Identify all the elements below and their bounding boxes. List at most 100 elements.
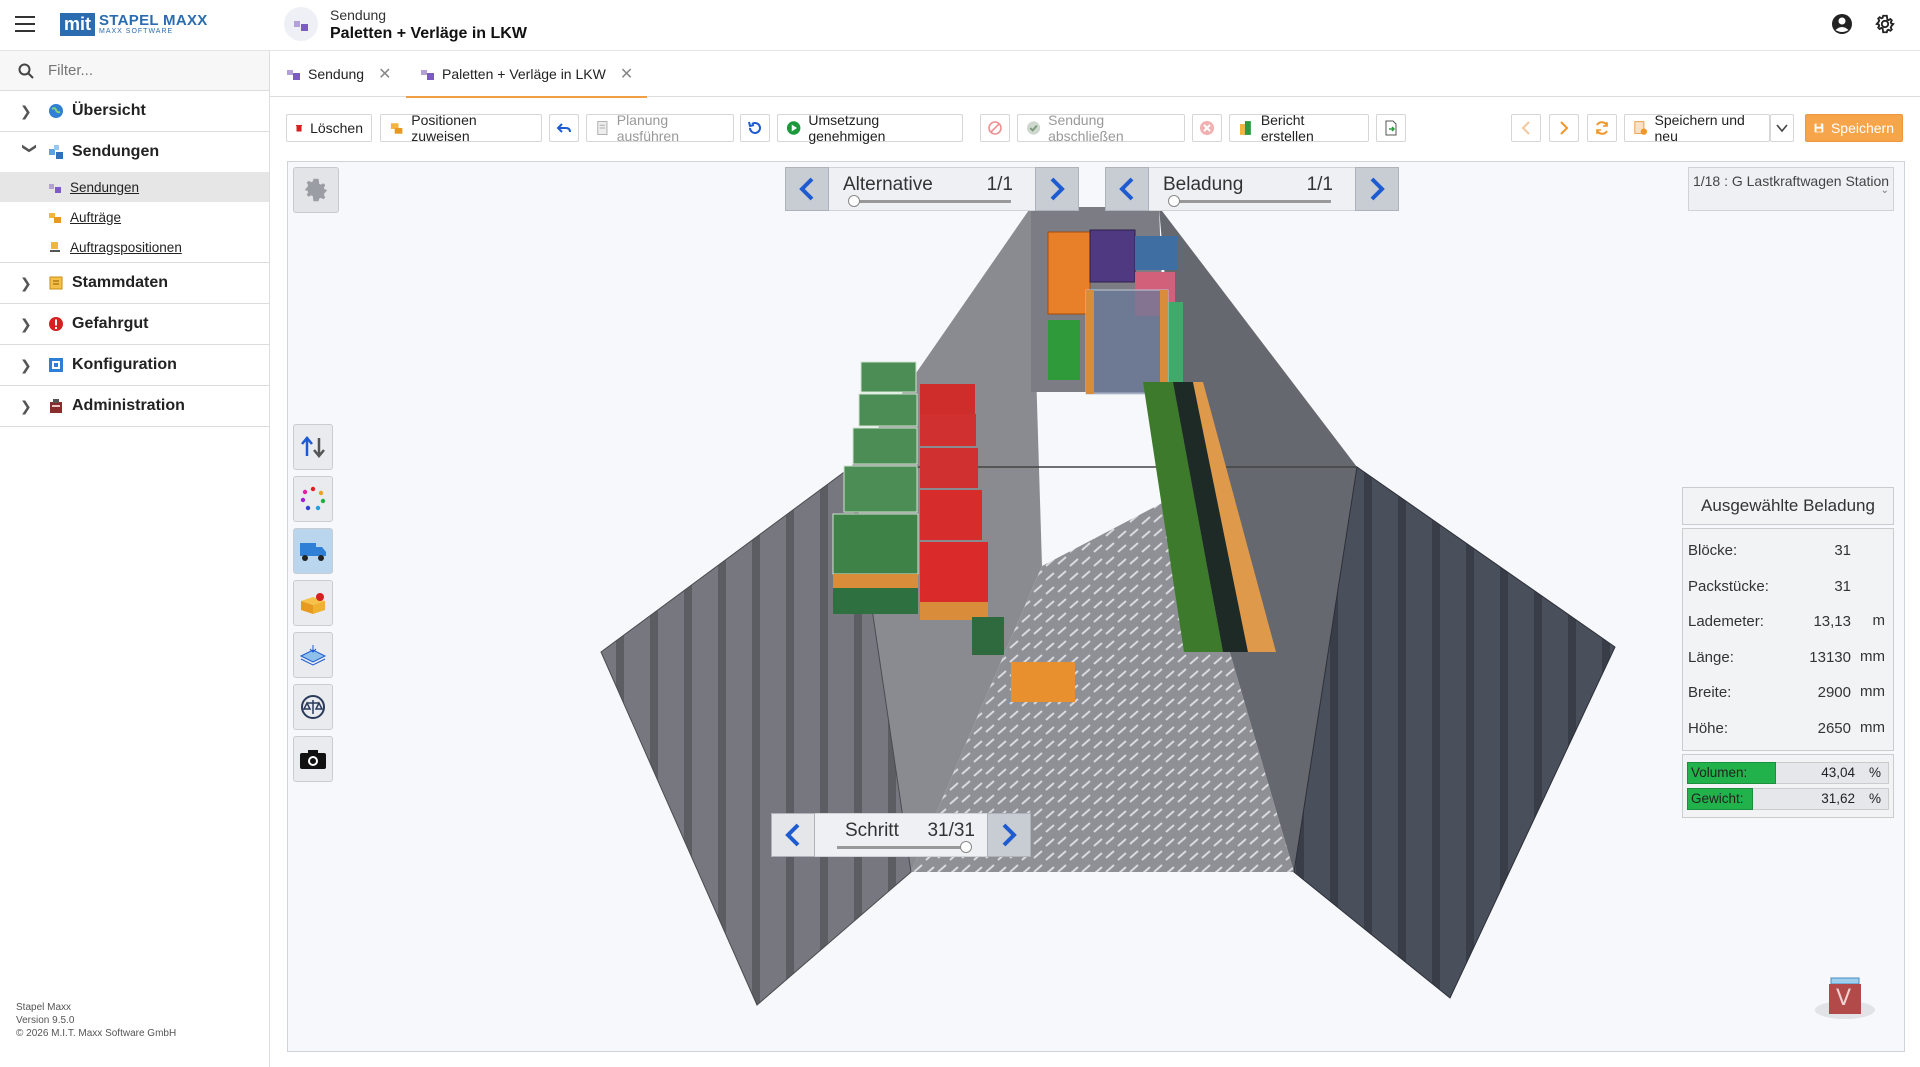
reset-button[interactable]	[740, 114, 770, 142]
close-shipment-button[interactable]: Sendung abschließen	[1017, 112, 1185, 144]
chevron-down-icon: ❯	[22, 142, 39, 154]
screenshot-tool[interactable]	[293, 736, 333, 782]
bar-value: 43,04	[1821, 765, 1855, 780]
shipments-icon	[421, 69, 434, 80]
export-button[interactable]	[1376, 114, 1406, 142]
package-view-tool[interactable]	[293, 580, 333, 626]
viewer-settings-button[interactable]	[293, 167, 339, 213]
loading-stats-table: Blöcke: 31 Packstücke: 31 Lademeter: 13,…	[1682, 528, 1894, 751]
sidebar-item-stammdaten[interactable]: ❯ Stammdaten	[0, 263, 269, 304]
loading-prev-button[interactable]	[1105, 167, 1149, 211]
footer-copyright: © 2026 M.I.T. Maxx Software GmbH	[16, 1028, 177, 1039]
vehicle-select[interactable]: 1/18 : G Lastkraftwagen Station ⌄	[1688, 167, 1894, 211]
button-label: Speichern	[1830, 120, 1894, 136]
chevron-down-icon: ⌄	[1880, 185, 1889, 196]
sort-direction-tool[interactable]	[293, 424, 333, 470]
color-mode-tool[interactable]	[293, 476, 333, 522]
run-planning-button[interactable]: Planung ausführen	[586, 112, 734, 144]
next-button[interactable]	[1549, 114, 1579, 142]
previous-button[interactable]	[1511, 114, 1541, 142]
sidebar-item-administration[interactable]: ❯ Administration	[0, 386, 269, 427]
save-button[interactable]: Speichern	[1805, 114, 1903, 142]
alternative-next-button[interactable]	[1035, 167, 1079, 211]
sidebar-item-konfiguration[interactable]: ❯ Konfiguration	[0, 345, 269, 386]
undo-button[interactable]	[549, 114, 579, 142]
save-options-dropdown[interactable]	[1770, 114, 1794, 142]
sidebar-subitem-sendungen[interactable]: Sendungen	[0, 172, 269, 202]
delete-button[interactable]: Löschen	[286, 114, 372, 142]
alternative-stepper: Alternative 1/1	[785, 167, 1079, 211]
step-display: Schritt 31/31	[815, 813, 987, 857]
box-icon	[301, 593, 325, 614]
loading-display: Beladung 1/1	[1149, 167, 1355, 211]
assign-positions-button[interactable]: Positionen zuweisen	[380, 112, 542, 144]
chevron-left-icon	[785, 823, 800, 847]
user-icon[interactable]	[1831, 13, 1853, 35]
sidebar-item-gefahrgut[interactable]: ❯ Gefahrgut	[0, 304, 269, 345]
sidebar-item-label: Übersicht	[72, 102, 146, 119]
chevron-right-icon: ❯	[20, 315, 32, 332]
truck-3d-view[interactable]	[288, 162, 1904, 1051]
balance-scale-icon	[301, 695, 325, 719]
loading-slider-knob[interactable]	[1168, 195, 1180, 207]
alternative-prev-button[interactable]	[785, 167, 829, 211]
step-stepper: Schritt 31/31	[771, 813, 1031, 857]
logo-name: STAPEL MAXX	[99, 12, 208, 29]
refresh-button[interactable]	[1587, 114, 1617, 142]
close-icon[interactable]: ✕	[378, 64, 391, 84]
shipments-icon	[49, 145, 63, 159]
step-prev-button[interactable]	[771, 813, 815, 857]
orientation-cube[interactable]: V	[1813, 972, 1877, 1022]
reset-icon	[748, 121, 761, 134]
stat-row-width: Breite: 2900 mm	[1683, 675, 1893, 711]
sidebar-item-uebersicht[interactable]: ❯ Übersicht	[0, 91, 269, 132]
chevron-right-icon	[1560, 121, 1569, 135]
footer-version: Version 9.5.0	[16, 1015, 75, 1026]
layer-view-tool[interactable]	[293, 632, 333, 678]
export-document-icon	[1385, 120, 1397, 136]
close-icon[interactable]: ✕	[620, 64, 633, 84]
stat-value: 13130	[1809, 648, 1851, 666]
cancel-button[interactable]	[980, 114, 1010, 142]
step-slider-knob[interactable]	[960, 841, 972, 853]
logo-mark: mit	[60, 12, 95, 36]
bar-unit: %	[1868, 765, 1881, 780]
button-label: Positionen zuweisen	[411, 112, 477, 144]
volume-bar: Volumen: 43,04 %	[1687, 762, 1889, 784]
new-document-icon	[1634, 121, 1648, 135]
stat-row-loading-meters: Lademeter: 13,13 m	[1683, 604, 1893, 640]
orders-icon	[390, 123, 403, 134]
menu-icon[interactable]	[15, 16, 35, 32]
stat-unit: mm	[1860, 718, 1885, 736]
report-icon	[1239, 121, 1251, 135]
selected-loading-header[interactable]: Ausgewählte Beladung	[1682, 487, 1894, 525]
save-and-new-button[interactable]: Speichern und neu	[1624, 112, 1770, 144]
filter-input[interactable]	[46, 61, 250, 80]
loading-next-button[interactable]	[1355, 167, 1399, 211]
weight-balance-tool[interactable]	[293, 684, 333, 730]
alternative-label: Alternative	[843, 174, 933, 195]
stat-row-length: Länge: 13130 mm	[1683, 640, 1893, 676]
sidebar-subitem-auftragspositionen[interactable]: Auftragspositionen	[0, 232, 269, 263]
bar-label: Volumen:	[1691, 765, 1748, 780]
button-label: Löschen	[310, 120, 363, 136]
shipments-icon	[287, 69, 300, 80]
alternative-value: 1/1	[986, 174, 1013, 195]
approve-button[interactable]: Umsetzung genehmigen	[777, 112, 963, 144]
alternative-slider-knob[interactable]	[848, 195, 860, 207]
tab-sendung[interactable]: Sendung ✕	[286, 51, 391, 96]
sidebar-item-sendungen[interactable]: ❯ Sendungen	[0, 132, 269, 172]
step-next-button[interactable]	[987, 813, 1031, 857]
tab-paletten-lkw[interactable]: Paletten + Verläge in LKW ✕	[406, 51, 648, 98]
loading-label: Beladung	[1163, 174, 1244, 195]
color-dots-icon	[300, 486, 326, 511]
create-report-button[interactable]: Bericht erstellen	[1229, 112, 1369, 144]
stat-value: 2900	[1817, 684, 1851, 702]
truck-icon	[300, 543, 326, 561]
sidebar-subitem-auftraege[interactable]: Aufträge	[0, 202, 269, 232]
reject-button[interactable]	[1192, 114, 1222, 142]
settings-gear-icon[interactable]	[1874, 13, 1896, 35]
load-viewer[interactable]: Alternative 1/1 Beladung 1/1 1/18 : G La…	[287, 161, 1905, 1052]
truck-view-tool[interactable]	[293, 528, 333, 574]
chevron-left-icon	[1521, 121, 1530, 135]
